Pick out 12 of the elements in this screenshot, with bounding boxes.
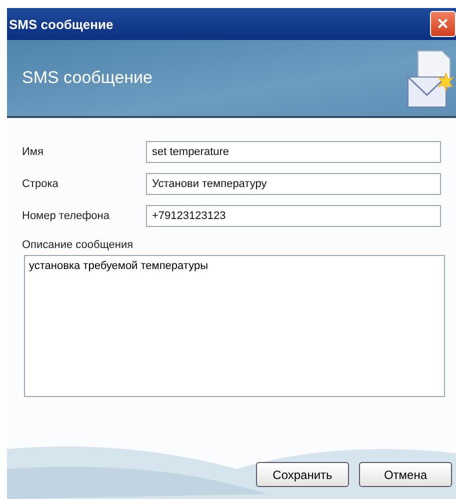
description-field[interactable]: установка требуемой температуры — [24, 255, 445, 397]
input-field[interactable]: set temperature — [146, 141, 441, 163]
save-button[interactable]: Сохранить — [256, 462, 349, 487]
field-label: Имя — [22, 146, 44, 158]
header-title: SMS сообщение — [22, 68, 152, 88]
input-field[interactable]: Установи температуру — [146, 173, 441, 195]
field-label: Строка — [22, 178, 60, 190]
window-title: SMS сообщение — [9, 16, 114, 32]
field-label: Описание сообщения — [22, 239, 134, 251]
input-field[interactable]: +79123123123 — [146, 205, 441, 227]
cancel-button[interactable]: Отмена — [359, 462, 452, 487]
field-label: Номер телефона — [22, 210, 110, 222]
